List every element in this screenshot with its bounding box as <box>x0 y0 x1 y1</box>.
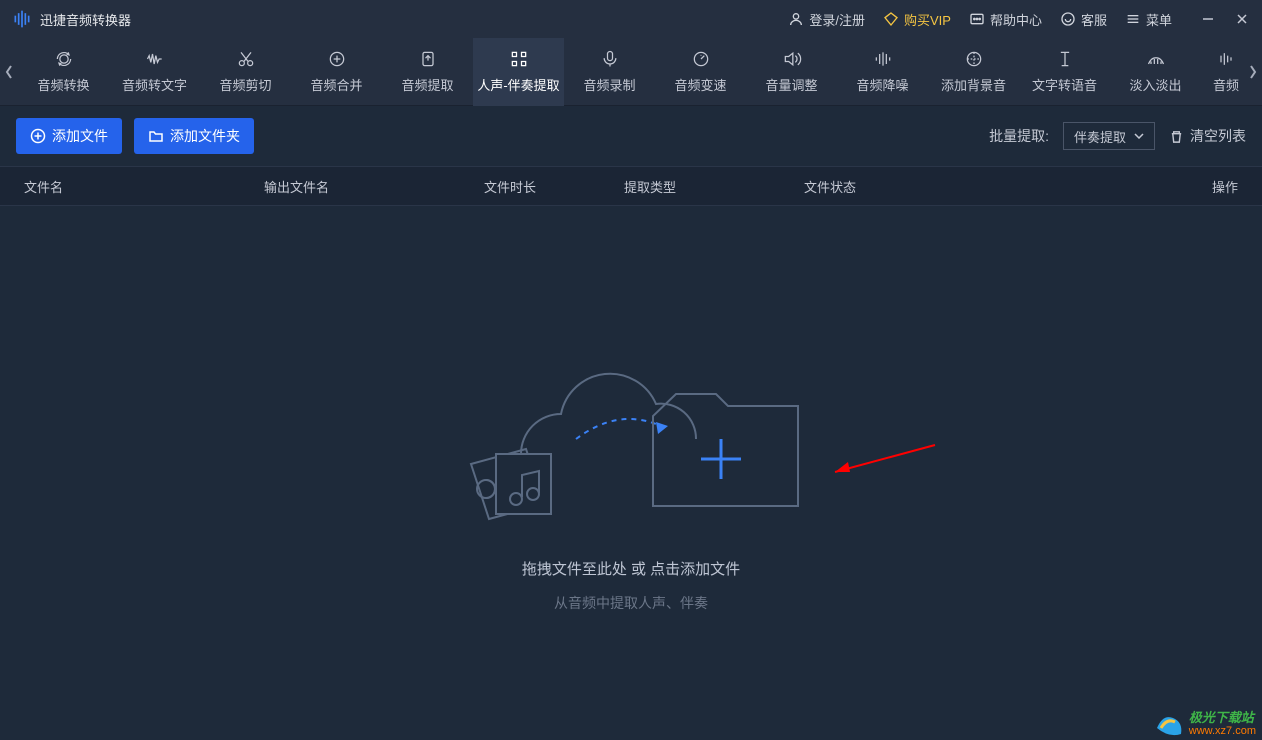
app-title: 迅捷音频转换器 <box>40 10 131 29</box>
feature-toolbar: 音频转换 音频转文字 音频剪切 音频合并 音频提取 人声-伴奏提取 音频录制 <box>0 38 1262 106</box>
service-label: 客服 <box>1081 10 1107 29</box>
customer-service-button[interactable]: 客服 <box>1060 10 1107 29</box>
tab-audio-speed[interactable]: 音频变速 <box>655 38 746 106</box>
tab-more[interactable]: 音频 <box>1201 38 1244 106</box>
tab-fade[interactable]: 淡入淡出 <box>1110 38 1201 106</box>
tab-label: 音频转换 <box>37 75 89 94</box>
login-label: 登录/注册 <box>809 10 865 29</box>
tab-label: 文字转语音 <box>1032 75 1097 94</box>
clear-list-label: 清空列表 <box>1190 126 1246 146</box>
watermark-name: 极光下载站 <box>1189 711 1256 725</box>
menu-button[interactable]: 菜单 <box>1125 10 1172 29</box>
vocal-icon <box>507 49 531 69</box>
tab-audio-to-text[interactable]: 音频转文字 <box>109 38 200 106</box>
tab-audio-convert[interactable]: 音频转换 <box>18 38 109 106</box>
tab-tts[interactable]: 文字转语音 <box>1019 38 1110 106</box>
file-list-header: 文件名 输出文件名 文件时长 提取类型 文件状态 操作 <box>0 166 1262 206</box>
buy-vip-button[interactable]: 购买VIP <box>883 10 951 29</box>
volume-icon <box>780 49 804 69</box>
watermark-url: www.xz7.com <box>1189 725 1256 737</box>
col-filename: 文件名 <box>24 177 264 196</box>
minimize-button[interactable] <box>1200 11 1216 27</box>
help-center-button[interactable]: 帮助中心 <box>969 10 1042 29</box>
merge-icon <box>325 49 349 69</box>
tab-audio-extract[interactable]: 音频提取 <box>382 38 473 106</box>
close-button[interactable] <box>1234 11 1250 27</box>
tab-label: 淡入淡出 <box>1129 75 1181 94</box>
scissors-icon <box>234 49 258 69</box>
tts-icon <box>1053 49 1077 69</box>
extract-icon <box>416 49 440 69</box>
add-file-label: 添加文件 <box>52 126 108 146</box>
wave-text-icon <box>143 49 167 69</box>
menu-label: 菜单 <box>1146 10 1172 29</box>
tab-volume-adjust[interactable]: 音量调整 <box>746 38 837 106</box>
more-icon <box>1214 49 1238 69</box>
tab-label: 音频降噪 <box>856 75 908 94</box>
tab-label: 人声-伴奏提取 <box>477 75 559 94</box>
help-label: 帮助中心 <box>990 10 1042 29</box>
scroll-left-button[interactable] <box>0 38 18 106</box>
tab-audio-record[interactable]: 音频录制 <box>564 38 655 106</box>
tab-vocal-accompaniment[interactable]: 人声-伴奏提取 <box>473 38 564 106</box>
titlebar: 迅捷音频转换器 登录/注册 购买VIP 帮助中心 客服 菜单 <box>0 0 1262 38</box>
col-duration: 文件时长 <box>484 177 624 196</box>
denoise-icon <box>871 49 895 69</box>
tab-label: 音频剪切 <box>219 75 271 94</box>
login-button[interactable]: 登录/注册 <box>788 10 865 29</box>
scroll-right-button[interactable] <box>1244 38 1262 106</box>
tab-label: 音频合并 <box>310 75 362 94</box>
batch-extract-value: 伴奏提取 <box>1074 127 1126 146</box>
chevron-down-icon <box>1134 133 1144 139</box>
col-output: 输出文件名 <box>264 177 484 196</box>
mic-icon <box>598 49 622 69</box>
add-file-button[interactable]: 添加文件 <box>16 118 122 154</box>
dropzone-primary-text: 拖拽文件至此处 或 点击添加文件 <box>522 558 740 579</box>
tab-label: 添加背景音 <box>941 75 1006 94</box>
batch-extract-label: 批量提取: <box>989 126 1049 146</box>
feature-tabs: 音频转换 音频转文字 音频剪切 音频合并 音频提取 人声-伴奏提取 音频录制 <box>18 38 1244 106</box>
add-folder-label: 添加文件夹 <box>170 126 240 146</box>
tab-audio-cut[interactable]: 音频剪切 <box>200 38 291 106</box>
add-folder-button[interactable]: 添加文件夹 <box>134 118 254 154</box>
watermark-logo-icon <box>1153 708 1185 740</box>
fade-icon <box>1144 49 1168 69</box>
col-operation: 操作 <box>1188 177 1238 196</box>
file-dropzone[interactable]: 拖拽文件至此处 或 点击添加文件 从音频中提取人声、伴奏 <box>0 206 1262 740</box>
convert-icon <box>52 49 76 69</box>
dropzone-illustration-icon <box>431 334 831 534</box>
col-type: 提取类型 <box>624 177 804 196</box>
tab-label: 音量调整 <box>765 75 817 94</box>
col-status: 文件状态 <box>804 177 1188 196</box>
tab-add-bgm[interactable]: 添加背景音 <box>928 38 1019 106</box>
tab-label: 音频 <box>1213 75 1239 94</box>
action-bar: 添加文件 添加文件夹 批量提取: 伴奏提取 清空列表 <box>0 106 1262 166</box>
tab-denoise[interactable]: 音频降噪 <box>837 38 928 106</box>
tab-label: 音频转文字 <box>122 75 187 94</box>
dropzone-secondary-text: 从音频中提取人声、伴奏 <box>554 593 708 613</box>
batch-extract-select[interactable]: 伴奏提取 <box>1063 122 1155 150</box>
tab-audio-merge[interactable]: 音频合并 <box>291 38 382 106</box>
vip-label: 购买VIP <box>904 10 951 29</box>
tab-label: 音频变速 <box>674 75 726 94</box>
app-logo-icon <box>12 9 32 29</box>
clear-list-button[interactable]: 清空列表 <box>1169 126 1246 146</box>
bgm-icon <box>962 49 986 69</box>
speed-icon <box>689 49 713 69</box>
watermark: 极光下载站 www.xz7.com <box>1153 708 1256 740</box>
tab-label: 音频录制 <box>583 75 635 94</box>
tab-label: 音频提取 <box>401 75 453 94</box>
